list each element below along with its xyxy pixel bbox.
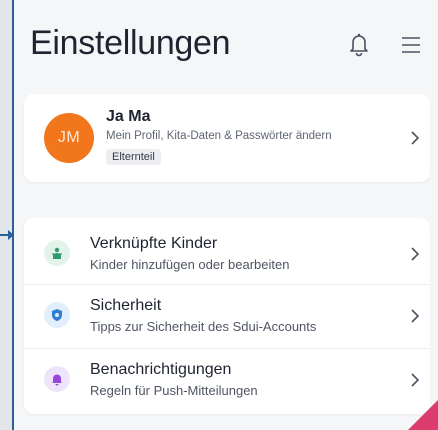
- settings-item-linked-children[interactable]: Verknüpfte Kinder Kinder hinzufügen oder…: [24, 222, 430, 284]
- profile-card[interactable]: JM Ja Ma Mein Profil, Kita-Daten & Passw…: [24, 94, 430, 182]
- settings-list: Verknüpfte Kinder Kinder hinzufügen oder…: [24, 218, 430, 414]
- chevron-right-icon: [411, 131, 420, 145]
- bell-icon[interactable]: [347, 31, 371, 57]
- settings-item-notifications[interactable]: Benachrichtigungen Regeln für Push-Mitte…: [24, 348, 430, 410]
- chevron-right-icon: [411, 373, 420, 387]
- settings-item-subtitle: Kinder hinzufügen oder bearbeiten: [90, 257, 290, 272]
- settings-item-security[interactable]: Sicherheit Tipps zur Sicherheit des Sdui…: [24, 284, 430, 346]
- notification-bell-icon: [44, 366, 70, 392]
- settings-item-title: Sicherheit: [90, 297, 162, 314]
- settings-item-title: Verknüpfte Kinder: [90, 235, 218, 252]
- settings-screen: Einstellungen JM Ja Ma Mein Profil, Kita…: [14, 0, 438, 430]
- corner-accent: [408, 400, 438, 430]
- child-icon: [44, 240, 70, 266]
- settings-item-title: Benachrichtigungen: [90, 361, 232, 378]
- shield-icon: [44, 302, 70, 328]
- settings-item-subtitle: Regeln für Push-Mitteilungen: [90, 383, 258, 398]
- role-badge: Elternteil: [106, 149, 161, 165]
- avatar: JM: [44, 113, 94, 163]
- chevron-right-icon: [411, 309, 420, 323]
- page-title: Einstellungen: [30, 24, 231, 62]
- header: Einstellungen: [14, 0, 438, 86]
- menu-icon[interactable]: [400, 34, 422, 56]
- profile-subtitle: Mein Profil, Kita-Daten & Passwörter änd…: [106, 130, 332, 142]
- settings-item-subtitle: Tipps zur Sicherheit des Sdui-Accounts: [90, 319, 317, 334]
- profile-name: Ja Ma: [106, 108, 151, 125]
- chevron-right-icon: [411, 247, 420, 261]
